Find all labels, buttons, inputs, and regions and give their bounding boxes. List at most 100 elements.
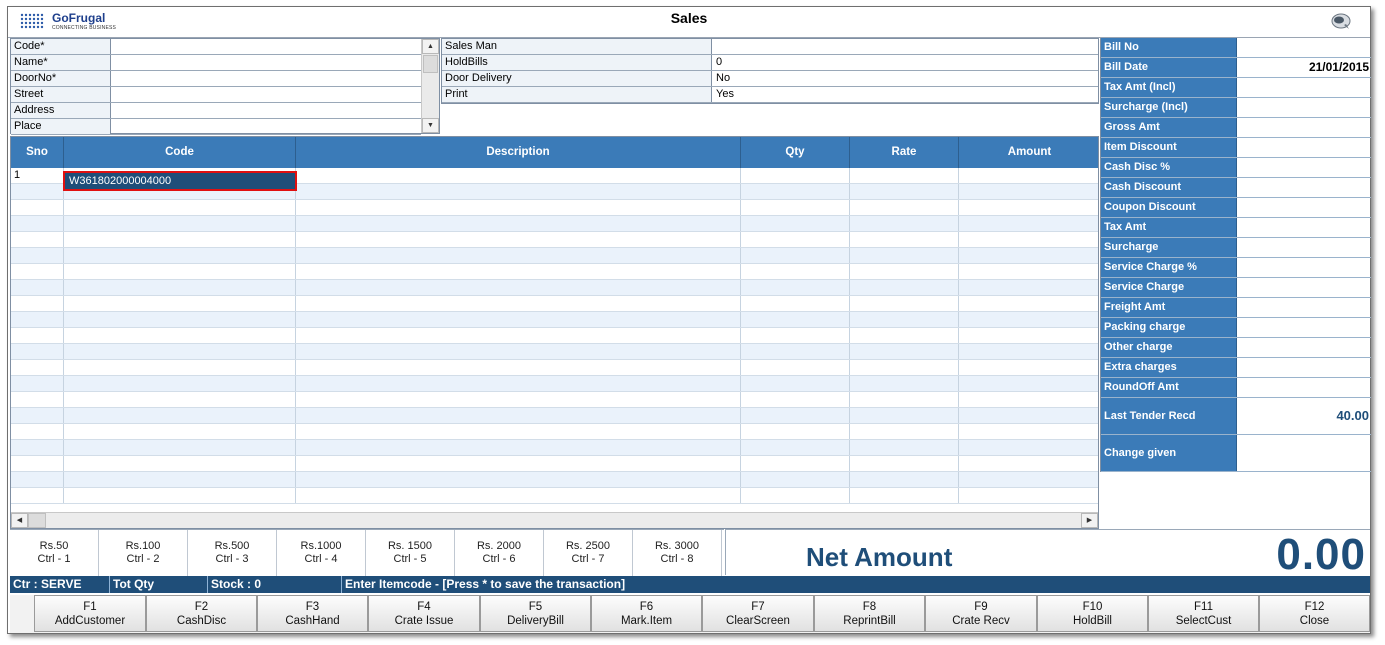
grid-cell-rate[interactable]	[850, 280, 959, 295]
grid-cell-rate[interactable]	[850, 424, 959, 439]
col-header-sno[interactable]: Sno	[11, 137, 64, 168]
grid-cell-amount[interactable]	[959, 472, 1098, 487]
grid-cell-rate[interactable]	[850, 232, 959, 247]
customer-code-input[interactable]	[112, 39, 421, 54]
grid-cell-code[interactable]	[64, 232, 296, 247]
grid-cell-amount[interactable]	[959, 232, 1098, 247]
f7-clear-screen-button[interactable]: F7 ClearScreen	[702, 595, 814, 632]
scroll-right-icon[interactable]: ▶	[1081, 513, 1098, 528]
grid-cell-code[interactable]	[64, 312, 296, 327]
table-row[interactable]	[11, 424, 1098, 440]
grid-cell-description[interactable]	[296, 488, 741, 503]
grid-cell-sno[interactable]	[11, 216, 64, 231]
grid-cell-amount[interactable]	[959, 488, 1098, 503]
f8-reprint-bill-button[interactable]: F8 ReprintBill	[814, 595, 925, 632]
f5-delivery-bill-button[interactable]: F5 DeliveryBill	[480, 595, 591, 632]
grid-cell-rate[interactable]	[850, 216, 959, 231]
grid-cell-code[interactable]	[64, 264, 296, 279]
col-header-amount[interactable]: Amount	[959, 137, 1098, 168]
help-icon[interactable]	[1330, 11, 1352, 31]
grid-cell-rate[interactable]	[850, 456, 959, 471]
grid-cell-code[interactable]	[64, 280, 296, 295]
grid-cell-qty[interactable]	[741, 328, 850, 343]
grid-cell-description[interactable]	[296, 456, 741, 471]
denom-rs3000-button[interactable]: Rs. 3000 Ctrl - 8	[633, 530, 722, 576]
grid-cell-sno[interactable]	[11, 280, 64, 295]
f6-mark-item-button[interactable]: F6 Mark.Item	[591, 595, 702, 632]
grid-cell-amount[interactable]	[959, 424, 1098, 439]
grid-cell-amount[interactable]	[959, 280, 1098, 295]
grid-cell-sno[interactable]	[11, 424, 64, 439]
grid-cell-sno[interactable]	[11, 264, 64, 279]
grid-cell-amount[interactable]	[959, 248, 1098, 263]
table-row[interactable]	[11, 392, 1098, 408]
print-value[interactable]: Yes	[716, 87, 734, 102]
grid-cell-amount[interactable]	[959, 456, 1098, 471]
grid-cell-qty[interactable]	[741, 168, 850, 183]
f1-add-customer-button[interactable]: F1 AddCustomer	[34, 595, 146, 632]
grid-cell-description[interactable]	[296, 328, 741, 343]
grid-cell-description[interactable]	[296, 200, 741, 215]
grid-cell-description[interactable]	[296, 248, 741, 263]
grid-cell-description[interactable]	[296, 360, 741, 375]
scroll-up-icon[interactable]: ▲	[422, 39, 439, 54]
scroll-thumb[interactable]	[423, 55, 438, 73]
denom-rs2000-button[interactable]: Rs. 2000 Ctrl - 6	[455, 530, 544, 576]
table-row[interactable]	[11, 216, 1098, 232]
col-header-description[interactable]: Description	[296, 137, 741, 168]
scroll-left-icon[interactable]: ◀	[11, 513, 28, 528]
grid-cell-sno[interactable]	[11, 472, 64, 487]
grid-cell-code[interactable]	[64, 472, 296, 487]
grid-cell-amount[interactable]	[959, 328, 1098, 343]
denom-rs500-button[interactable]: Rs.500 Ctrl - 3	[188, 530, 277, 576]
grid-cell-description[interactable]	[296, 424, 741, 439]
grid-cell-amount[interactable]	[959, 344, 1098, 359]
door-delivery-value[interactable]: No	[716, 71, 730, 86]
grid-cell-description[interactable]	[296, 472, 741, 487]
grid-cell-description[interactable]	[296, 408, 741, 423]
grid-cell-amount[interactable]	[959, 184, 1098, 199]
grid-cell-amount[interactable]	[959, 376, 1098, 391]
grid-cell-qty[interactable]	[741, 408, 850, 423]
grid-cell-description[interactable]	[296, 232, 741, 247]
customer-place-input[interactable]	[112, 119, 421, 134]
grid-cell-rate[interactable]	[850, 472, 959, 487]
grid-cell-code[interactable]	[64, 344, 296, 359]
grid-cell-code[interactable]	[64, 328, 296, 343]
grid-cell-rate[interactable]	[850, 344, 959, 359]
table-row[interactable]	[11, 328, 1098, 344]
grid-cell-amount[interactable]	[959, 360, 1098, 375]
grid-cell-qty[interactable]	[741, 488, 850, 503]
grid-cell-code[interactable]	[64, 216, 296, 231]
grid-cell-qty[interactable]	[741, 456, 850, 471]
grid-cell-sno[interactable]	[11, 232, 64, 247]
grid-cell-description[interactable]	[296, 216, 741, 231]
grid-cell-qty[interactable]	[741, 280, 850, 295]
grid-cell-rate[interactable]	[850, 440, 959, 455]
customer-name-input[interactable]	[112, 55, 421, 70]
grid-cell-sno[interactable]: 1	[11, 168, 64, 183]
grid-cell-code[interactable]	[64, 440, 296, 455]
grid-cell-qty[interactable]	[741, 360, 850, 375]
table-row[interactable]	[11, 472, 1098, 488]
grid-cell-description[interactable]	[296, 280, 741, 295]
f12-close-button[interactable]: F12 Close	[1259, 595, 1370, 632]
grid-cell-rate[interactable]	[850, 200, 959, 215]
grid-cell-description[interactable]	[296, 264, 741, 279]
grid-cell-amount[interactable]	[959, 408, 1098, 423]
grid-cell-rate[interactable]	[850, 312, 959, 327]
f3-cash-hand-button[interactable]: F3 CashHand	[257, 595, 368, 632]
denom-rs1500-button[interactable]: Rs. 1500 Ctrl - 5	[366, 530, 455, 576]
grid-cell-amount[interactable]	[959, 392, 1098, 407]
customer-street-input[interactable]	[112, 87, 421, 102]
grid-cell-qty[interactable]	[741, 216, 850, 231]
grid-horizontal-scrollbar[interactable]: ◀ ▶	[11, 512, 1098, 528]
grid-cell-qty[interactable]	[741, 440, 850, 455]
grid-cell-qty[interactable]	[741, 392, 850, 407]
grid-cell-code[interactable]	[64, 424, 296, 439]
grid-cell-rate[interactable]	[850, 392, 959, 407]
grid-cell-qty[interactable]	[741, 184, 850, 199]
item-code-input[interactable]: W361802000004000	[63, 171, 297, 191]
grid-cell-sno[interactable]	[11, 248, 64, 263]
grid-cell-amount[interactable]	[959, 264, 1098, 279]
